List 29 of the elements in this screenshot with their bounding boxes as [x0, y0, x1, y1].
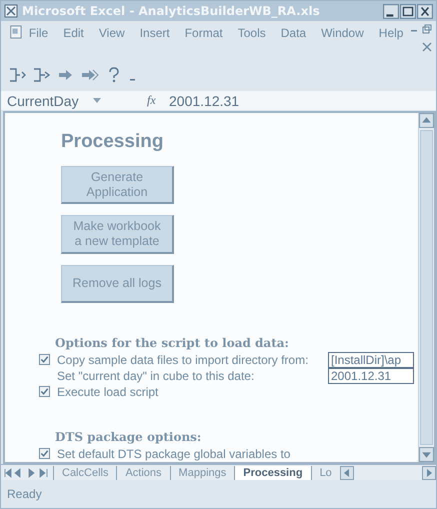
menu-item[interactable]: View [98, 26, 125, 40]
section-heading: DTS package options: [55, 430, 202, 444]
section-heading: Options for the script to load data: [55, 336, 290, 350]
sheet-heading: Processing [61, 131, 164, 153]
name-box[interactable]: CurrentDay [1, 92, 125, 108]
menu-item[interactable]: Window [321, 26, 364, 40]
sheet-tab[interactable]: Processing [234, 466, 311, 480]
menu-item[interactable]: Tools [238, 26, 266, 40]
function-label[interactable]: fx [147, 93, 169, 108]
action-button[interactable]: Remove all logs [61, 264, 174, 303]
formula-field[interactable]: 2001.12.31 [169, 92, 436, 108]
input-field[interactable]: 2001.12.31 [328, 368, 414, 384]
menu-item[interactable]: Insert [140, 26, 170, 40]
input-field[interactable]: [InstallDir]\ap [328, 352, 414, 368]
window-title: Microsoft Excel - AnalyticsBuilderWB_RA.xls [22, 4, 321, 18]
option-label: Set default DTS package global variables to [57, 446, 292, 462]
menu-item[interactable]: Help [378, 26, 404, 40]
option-label: Execute load script [57, 384, 160, 400]
action-button[interactable]: Generate Application [61, 166, 174, 204]
sheet-tab[interactable]: CalcCells [53, 466, 116, 480]
menu-item[interactable]: Edit [63, 26, 84, 40]
status-text: Ready [7, 487, 42, 501]
menu-item[interactable]: Data [280, 26, 306, 40]
option-label: Copy sample data files to import directory from: [57, 352, 310, 368]
sheet-tab[interactable]: Actions [116, 466, 170, 480]
menu-item[interactable]: File [28, 26, 48, 40]
menu-item[interactable]: Format [184, 26, 223, 40]
action-button[interactable]: Make workbook a new template [61, 215, 174, 254]
option-label: Set "current day" in cube to this date: [57, 368, 256, 384]
